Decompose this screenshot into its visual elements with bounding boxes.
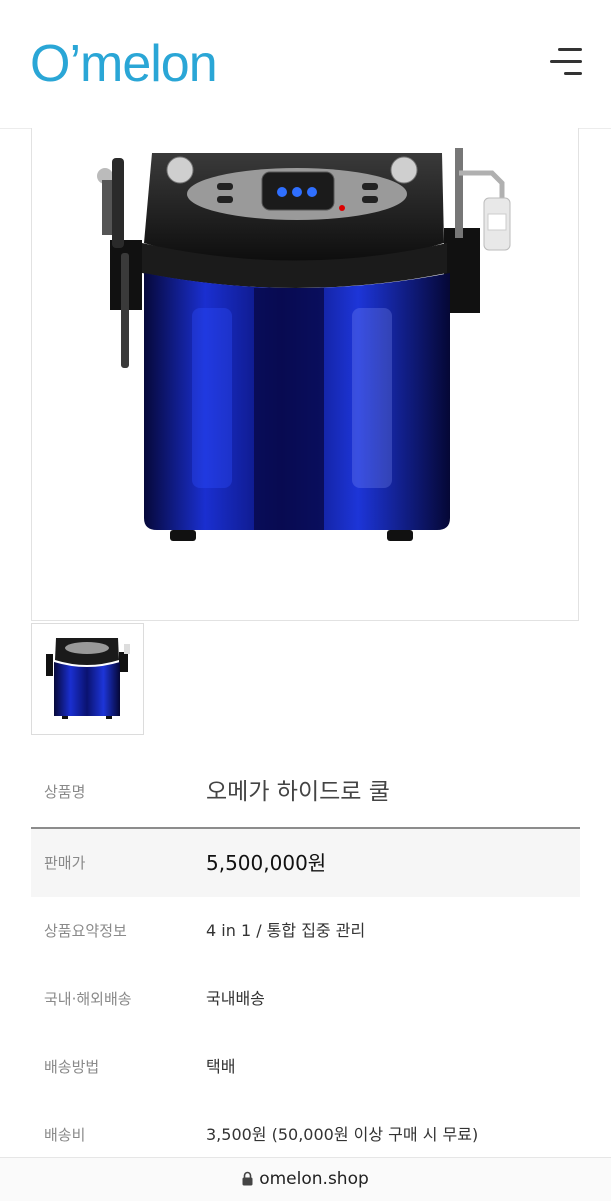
product-machine-illustration (97, 148, 511, 541)
info-row-summary: 상품요약정보 4 in 1 / 통합 집중 관리 (31, 897, 580, 965)
product-price: 5,500,000원 (206, 851, 327, 875)
shipping-region: 국내배송 (206, 989, 265, 1008)
site-logo[interactable]: O’melon (30, 34, 218, 94)
info-row-product-name: 상품명 오메가 하이드로 쿨 (31, 757, 580, 829)
product-info-table: 상품명 오메가 하이드로 쿨 판매가 5,500,000원 상품요약정보 4 i… (31, 757, 580, 1169)
product-main-image (31, 128, 579, 621)
browser-url-bar[interactable]: omelon.shop (0, 1157, 611, 1201)
site-header: O’melon (0, 0, 611, 129)
info-label: 상품요약정보 (44, 922, 127, 940)
shipping-method: 택배 (206, 1057, 236, 1076)
info-label: 국내·해외배송 (44, 990, 132, 1008)
lock-icon (242, 1171, 253, 1186)
product-thumbnail[interactable] (31, 623, 144, 735)
info-row-shipping-method: 배송방법 택배 (31, 1033, 580, 1101)
product-summary: 4 in 1 / 통합 집중 관리 (206, 921, 366, 940)
info-row-price: 판매가 5,500,000원 (31, 829, 580, 897)
info-label: 상품명 (44, 783, 86, 801)
info-row-shipping-region: 국내·해외배송 국내배송 (31, 965, 580, 1033)
info-label: 판매가 (44, 854, 86, 872)
product-name: 오메가 하이드로 쿨 (206, 779, 390, 805)
url-text: omelon.shop (259, 1169, 369, 1189)
hamburger-menu-icon[interactable] (548, 46, 582, 78)
info-label: 배송방법 (44, 1058, 100, 1076)
